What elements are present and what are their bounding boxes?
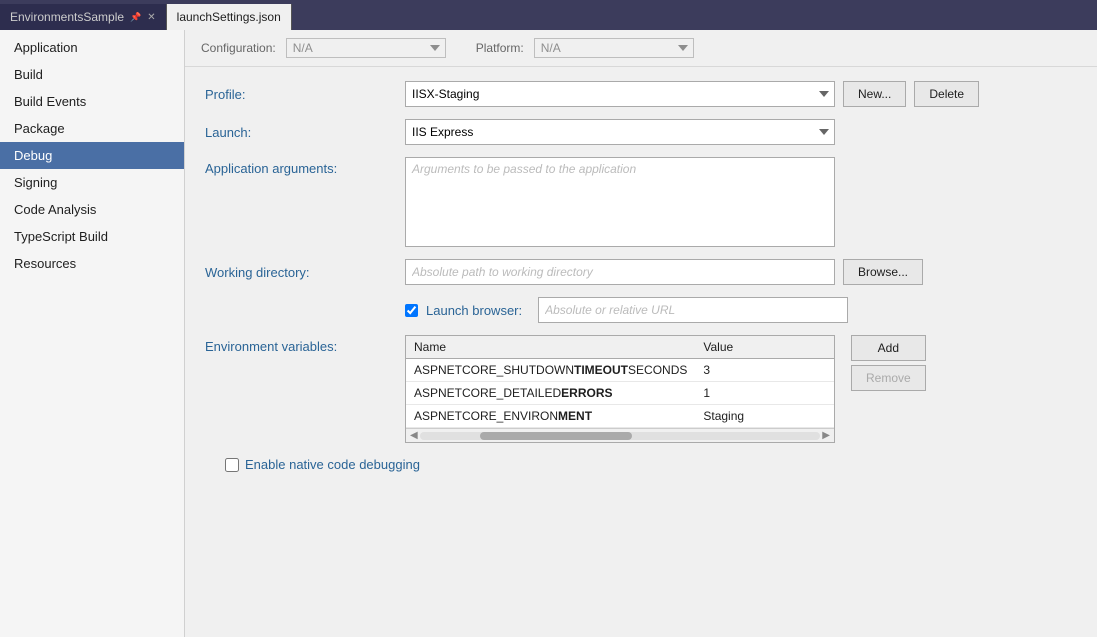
config-bar: Configuration: N/A Platform: N/A bbox=[185, 30, 1097, 67]
launch-label: Launch: bbox=[205, 125, 405, 140]
launch-control-wrap: IIS Express bbox=[405, 119, 1077, 145]
env-vars-wrap: Name Value ASPNETCORE_SHUTDOWNTIMEOUTSEC… bbox=[405, 335, 1077, 443]
env-vars-label: Environment variables: bbox=[205, 335, 405, 354]
app-args-row: Application arguments: bbox=[205, 157, 1077, 247]
tab-launch-settings[interactable]: launchSettings.json bbox=[167, 4, 292, 30]
tab-environments-sample[interactable]: EnvironmentsSample 📌 ✕ bbox=[0, 4, 167, 30]
working-dir-row: Working directory: Browse... bbox=[205, 259, 1077, 285]
sidebar-item-signing[interactable]: Signing bbox=[0, 169, 184, 196]
new-button[interactable]: New... bbox=[843, 81, 906, 107]
profile-label: Profile: bbox=[205, 87, 405, 102]
launch-browser-label[interactable]: Launch browser: bbox=[426, 303, 522, 318]
col-value-header: Value bbox=[695, 336, 834, 359]
configuration-select[interactable]: N/A bbox=[286, 38, 446, 58]
env-name-cell: ASPNETCORE_SHUTDOWNTIMEOUTSECONDS bbox=[406, 359, 695, 382]
sidebar-item-resources[interactable]: Resources bbox=[0, 250, 184, 277]
launch-browser-wrap: Launch browser: bbox=[405, 297, 1077, 323]
platform-select[interactable]: N/A bbox=[534, 38, 694, 58]
launch-select[interactable]: IIS Express bbox=[405, 119, 835, 145]
remove-button[interactable]: Remove bbox=[851, 365, 926, 391]
tab-label: launchSettings.json bbox=[177, 10, 281, 24]
env-action-buttons: Add Remove bbox=[851, 335, 926, 391]
env-value-cell: 1 bbox=[695, 382, 834, 405]
delete-button[interactable]: Delete bbox=[914, 81, 979, 107]
env-value-cell: Staging bbox=[695, 405, 834, 428]
browse-button[interactable]: Browse... bbox=[843, 259, 923, 285]
tab-label: EnvironmentsSample bbox=[10, 10, 124, 24]
col-name-header: Name bbox=[406, 336, 695, 359]
working-dir-label: Working directory: bbox=[205, 265, 405, 280]
env-name-cell: ASPNETCORE_ENVIRONMENT bbox=[406, 405, 695, 428]
working-dir-input[interactable] bbox=[405, 259, 835, 285]
table-row[interactable]: ASPNETCORE_ENVIRONMENTStaging bbox=[406, 405, 834, 428]
sidebar-item-build[interactable]: Build bbox=[0, 61, 184, 88]
env-table-header: Name Value bbox=[406, 336, 834, 359]
launch-browser-url-input[interactable] bbox=[538, 297, 848, 323]
platform-label: Platform: bbox=[476, 41, 524, 55]
profile-row: Profile: IISX-Staging New... Delete bbox=[205, 81, 1077, 107]
launch-row: Launch: IIS Express bbox=[205, 119, 1077, 145]
launch-browser-checkbox[interactable] bbox=[405, 304, 418, 317]
sidebar-item-build-events[interactable]: Build Events bbox=[0, 88, 184, 115]
main-container: Application Build Build Events Package D… bbox=[0, 30, 1097, 637]
sidebar-item-package[interactable]: Package bbox=[0, 115, 184, 142]
tab-bar: EnvironmentsSample 📌 ✕ launchSettings.js… bbox=[0, 0, 1097, 30]
app-args-label: Application arguments: bbox=[205, 157, 405, 176]
env-vars-row: Environment variables: Name Value bbox=[205, 335, 1077, 443]
app-args-textarea[interactable] bbox=[405, 157, 835, 247]
scroll-right-arrow[interactable]: ▶ bbox=[820, 430, 832, 441]
table-row[interactable]: ASPNETCORE_SHUTDOWNTIMEOUTSECONDS3 bbox=[406, 359, 834, 382]
sidebar-item-application[interactable]: Application bbox=[0, 34, 184, 61]
table-scroll-area: Name Value ASPNETCORE_SHUTDOWNTIMEOUTSEC… bbox=[406, 336, 834, 428]
env-name-cell: ASPNETCORE_DETAILEDERRORS bbox=[406, 382, 695, 405]
env-table-container: Name Value ASPNETCORE_SHUTDOWNTIMEOUTSEC… bbox=[405, 335, 835, 443]
table-scrollbar[interactable]: ◀ ▶ bbox=[406, 428, 834, 442]
sidebar: Application Build Build Events Package D… bbox=[0, 30, 185, 637]
sidebar-item-typescript-build[interactable]: TypeScript Build bbox=[0, 223, 184, 250]
native-debug-label[interactable]: Enable native code debugging bbox=[245, 457, 420, 472]
env-vars-table: Name Value ASPNETCORE_SHUTDOWNTIMEOUTSEC… bbox=[406, 336, 834, 428]
scroll-left-arrow[interactable]: ◀ bbox=[408, 430, 420, 441]
profile-select[interactable]: IISX-Staging bbox=[405, 81, 835, 107]
sidebar-item-code-analysis[interactable]: Code Analysis bbox=[0, 196, 184, 223]
native-debug-checkbox[interactable] bbox=[225, 458, 239, 472]
form-area: Profile: IISX-Staging New... Delete Laun… bbox=[185, 67, 1097, 496]
env-value-cell: 3 bbox=[695, 359, 834, 382]
scroll-track bbox=[420, 432, 821, 440]
add-button[interactable]: Add bbox=[851, 335, 926, 361]
close-icon[interactable]: ✕ bbox=[147, 12, 155, 23]
native-debug-row: Enable native code debugging bbox=[205, 447, 1077, 482]
content-area: Configuration: N/A Platform: N/A Profile… bbox=[185, 30, 1097, 637]
table-row[interactable]: ASPNETCORE_DETAILEDERRORS1 bbox=[406, 382, 834, 405]
sidebar-item-debug[interactable]: Debug bbox=[0, 142, 184, 169]
working-dir-control-wrap: Browse... bbox=[405, 259, 1077, 285]
scroll-thumb bbox=[480, 432, 632, 440]
pin-icon: 📌 bbox=[130, 12, 141, 23]
launch-browser-row: Launch browser: bbox=[205, 297, 1077, 323]
configuration-label: Configuration: bbox=[201, 41, 276, 55]
app-args-control-wrap bbox=[405, 157, 1077, 247]
profile-control-wrap: IISX-Staging New... Delete bbox=[405, 81, 1077, 107]
